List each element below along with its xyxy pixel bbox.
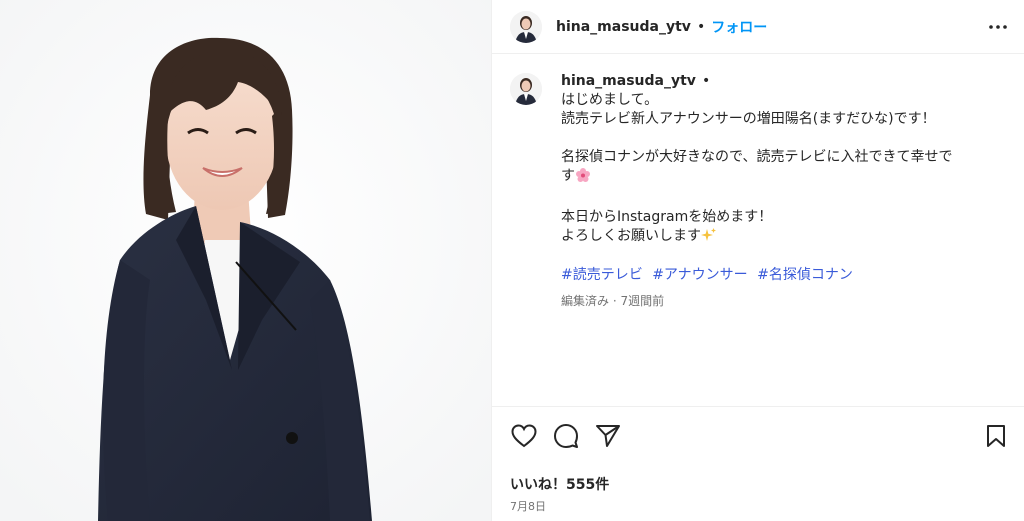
post-photo[interactable]	[0, 0, 492, 521]
caption-username[interactable]: hina_masuda_ytv	[561, 72, 696, 91]
caption-avatar[interactable]	[510, 73, 542, 105]
caption-line-text: す	[561, 168, 575, 184]
caption-line: 本日からInstagramを始めます！	[561, 209, 773, 225]
caption-line: 名探偵コナンが大好きなので、読売テレビに入社できて幸せで	[561, 149, 953, 165]
avatar-image	[510, 10, 542, 43]
caption-meta: 編集済み · 7週間前	[561, 294, 665, 308]
post-username[interactable]: hina_masuda_ytv	[556, 19, 691, 35]
cherry-blossom-emoji-icon	[575, 167, 591, 189]
avatar[interactable]	[510, 10, 542, 43]
post-actions: いいね！555件 7月8日	[492, 406, 1024, 521]
save-button[interactable]	[982, 422, 1010, 450]
hashtag-link[interactable]: #名探偵コナン	[757, 267, 853, 283]
post-side-panel: hina_masuda_ytv • フォロー hina_masuda_ytv •…	[492, 0, 1024, 521]
share-icon	[596, 425, 620, 447]
caption-text: hina_masuda_ytv • はじめまして。 読売テレビ新人アナウンサーの…	[561, 71, 1006, 405]
like-button[interactable]	[510, 422, 538, 450]
share-button[interactable]	[594, 422, 622, 450]
sparkles-emoji-icon	[701, 227, 717, 249]
caption-line-text: よろしくお願いします	[561, 228, 701, 244]
hashtag-list: #読売テレビ #アナウンサー #名探偵コナン	[561, 266, 1006, 285]
caption-line: 読売テレビ新人アナウンサーの増田陽名(ますだひな)です！	[561, 111, 936, 127]
caption-line: はじめまして。	[561, 92, 659, 108]
instagram-post-modal: hina_masuda_ytv • フォロー hina_masuda_ytv •…	[0, 0, 1024, 521]
follow-button[interactable]: フォロー	[711, 17, 767, 37]
post-date: 7月8日	[510, 500, 546, 513]
heart-icon	[511, 424, 537, 448]
caption-line-with-emoji: す	[561, 167, 1006, 189]
separator-dot: •	[701, 72, 711, 89]
post-header: hina_masuda_ytv • フォロー	[492, 0, 1024, 54]
photo-portrait	[0, 0, 491, 521]
more-options-button[interactable]	[984, 13, 1012, 41]
hashtag-link[interactable]: #アナウンサー	[652, 267, 747, 283]
like-count[interactable]: いいね！555件	[510, 474, 1010, 494]
separator-dot: •	[696, 18, 706, 35]
caption-section: hina_masuda_ytv • はじめまして。 読売テレビ新人アナウンサーの…	[492, 55, 1024, 405]
more-dots-icon	[989, 24, 1007, 29]
bookmark-icon	[987, 425, 1005, 447]
action-icon-row	[510, 421, 1010, 451]
caption-line-with-emoji: よろしくお願いします	[561, 227, 1006, 249]
avatar-image	[510, 73, 542, 105]
caption-header: hina_masuda_ytv •	[561, 71, 1006, 91]
comment-icon	[554, 424, 578, 448]
comment-button[interactable]	[552, 422, 580, 450]
hashtag-link[interactable]: #読売テレビ	[561, 267, 643, 283]
